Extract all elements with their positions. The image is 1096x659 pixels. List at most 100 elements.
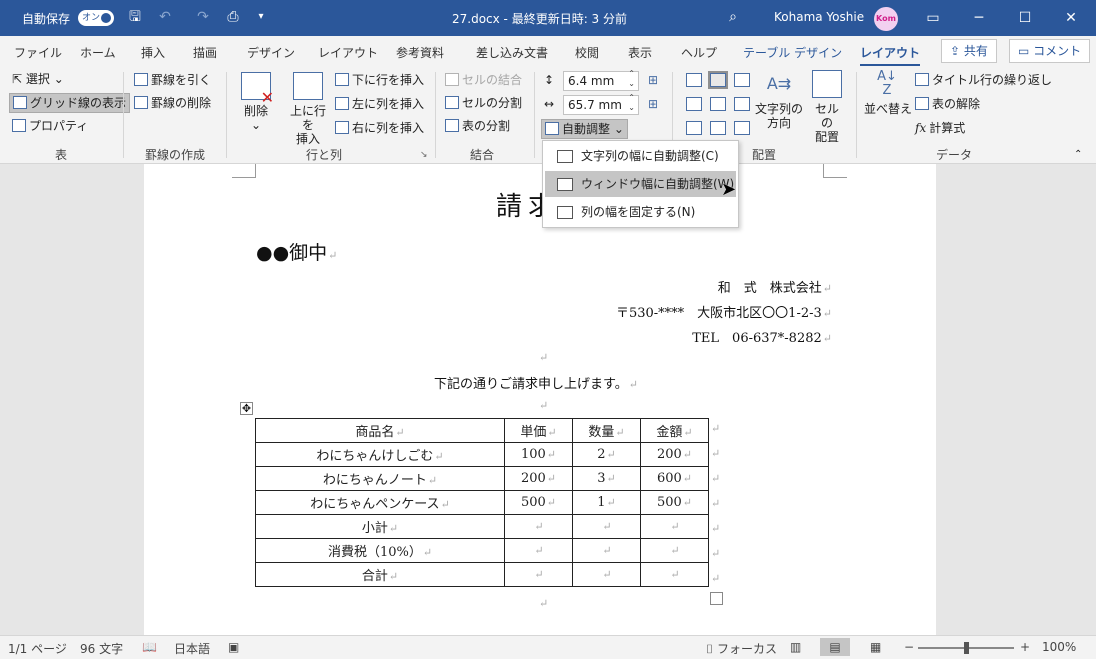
table-header-cell[interactable]: 数量↵ <box>572 418 641 443</box>
company-line[interactable]: 和 式 株式会社↵ <box>718 277 832 296</box>
table-cell[interactable]: 1↵ <box>572 490 641 515</box>
web-layout-icon[interactable]: ▦ <box>870 640 881 654</box>
tab-design[interactable]: デザイン <box>247 44 295 61</box>
split-cells-button[interactable]: セルの分割 <box>445 94 522 112</box>
zoom-level[interactable]: 100% <box>1042 640 1076 654</box>
search-icon[interactable]: ⌕ <box>724 8 742 26</box>
insert-above-button[interactable]: 上に行を 挿入 <box>286 72 330 146</box>
insert-right-button[interactable]: 右に列を挿入 <box>335 119 424 137</box>
convert-to-text-button[interactable]: 表の解除 <box>915 95 980 113</box>
table-cell[interactable]: ↵ <box>640 562 709 587</box>
table-cell[interactable]: 500↵ <box>504 490 573 515</box>
read-mode-icon[interactable]: ▥ <box>790 640 801 654</box>
user-name[interactable]: Kohama Yoshie <box>774 10 864 24</box>
distribute-columns-icon[interactable]: ⊞ <box>648 95 658 113</box>
zoom-slider-handle[interactable] <box>964 642 969 654</box>
sort-button[interactable]: A↓ Z 並べ替え <box>864 70 912 117</box>
table-cell[interactable]: ↵ <box>572 538 641 563</box>
menu-item-fixed-width[interactable]: 列の幅を固定する(N) <box>545 199 736 225</box>
table-cell[interactable]: 2↵ <box>572 442 641 467</box>
save-icon[interactable]: 🖫 <box>126 8 144 26</box>
share-button[interactable]: ⇪ 共有 <box>941 39 997 63</box>
formula-button[interactable]: fx 計算式 <box>915 119 965 137</box>
tab-file[interactable]: ファイル <box>14 44 62 61</box>
table-cell[interactable]: 600↵ <box>640 466 709 491</box>
collapse-ribbon-icon[interactable]: ⌃ <box>1074 146 1082 164</box>
minimize-button[interactable]: ─ <box>956 0 1002 36</box>
redo-icon[interactable]: ↷ <box>194 8 212 26</box>
table-header-cell[interactable]: 商品名↵ <box>255 418 505 443</box>
select-button[interactable]: ⇱ 選択 ⌄ <box>12 70 64 88</box>
print-layout-icon[interactable]: ▤ <box>820 638 850 656</box>
tab-insert[interactable]: 挿入 <box>141 44 165 61</box>
table-header-cell[interactable]: 単価↵ <box>504 418 573 443</box>
column-width-input[interactable]: 65.7 mm <box>563 93 639 115</box>
draw-table-button[interactable]: 罫線を引く <box>134 71 211 89</box>
table-header-cell[interactable]: 金額↵ <box>640 418 709 443</box>
text-direction-button[interactable]: A⇉ 文字列の 方向 <box>755 70 803 130</box>
table-cell[interactable]: 消費税（10%）↵ <box>255 538 505 563</box>
intro-line[interactable]: 下記の通りご請求申し上げます。↵ <box>434 373 638 392</box>
align-middle-left-icon[interactable] <box>686 97 702 111</box>
delete-button[interactable]: ✕ 削除 ⌄ <box>238 72 274 132</box>
tab-references[interactable]: 参考資料 <box>396 44 444 61</box>
maximize-button[interactable]: ☐ <box>1002 0 1048 36</box>
align-middle-center-icon[interactable] <box>710 97 726 111</box>
insert-below-button[interactable]: 下に行を挿入 <box>335 71 424 89</box>
align-top-center-icon[interactable] <box>708 71 728 89</box>
avatar[interactable]: Kom <box>874 7 898 31</box>
table-cell[interactable]: 200↵ <box>504 466 573 491</box>
table-move-handle-icon[interactable]: ✥ <box>240 402 253 415</box>
tab-table-layout[interactable]: レイアウト <box>860 44 921 67</box>
eraser-button[interactable]: 罫線の削除 <box>134 94 211 112</box>
table-cell[interactable]: ↵ <box>572 562 641 587</box>
undo-icon[interactable]: ↶ <box>156 8 174 26</box>
accessibility-icon[interactable]: ▣ <box>228 640 239 654</box>
align-top-left-icon[interactable] <box>686 73 702 87</box>
tel-line[interactable]: TEL 06-637*-8282↵ <box>692 327 832 346</box>
align-middle-right-icon[interactable] <box>734 97 750 111</box>
addressee[interactable]: ●●御中↵ <box>256 238 337 265</box>
menu-item-autofit-window[interactable]: ウィンドウ幅に自動調整(W) <box>545 171 736 197</box>
table-cell[interactable]: 200↵ <box>640 442 709 467</box>
page[interactable]: 請求書 ●●御中↵ 和 式 株式会社↵ 〒530-**** 大阪市北区〇〇1-2… <box>144 164 936 635</box>
distribute-rows-icon[interactable]: ⊞ <box>648 71 658 89</box>
word-count[interactable]: 96 文字 <box>80 640 123 657</box>
table-cell[interactable]: 3↵ <box>572 466 641 491</box>
table-cell[interactable]: ↵ <box>640 538 709 563</box>
row-height-input[interactable]: 6.4 mm <box>563 69 639 91</box>
align-bottom-center-icon[interactable] <box>710 121 726 135</box>
table-cell[interactable]: 500↵ <box>640 490 709 515</box>
address-line[interactable]: 〒530-**** 大阪市北区〇〇1-2-3↵ <box>616 302 832 321</box>
tab-view[interactable]: 表示 <box>628 44 652 61</box>
split-table-button[interactable]: 表の分割 <box>445 117 510 135</box>
insert-left-button[interactable]: 左に列を挿入 <box>335 95 424 113</box>
dialog-launcher-icon[interactable]: ↘ <box>420 146 428 164</box>
comment-button[interactable]: ▭ コメント <box>1009 39 1091 63</box>
table-cell[interactable]: わにちゃんペンケース↵ <box>255 490 505 515</box>
table-cell[interactable]: ↵ <box>572 514 641 539</box>
align-bottom-left-icon[interactable] <box>686 121 702 135</box>
close-button[interactable]: ✕ <box>1048 0 1094 36</box>
table-cell[interactable]: 合計↵ <box>255 562 505 587</box>
properties-button[interactable]: プロパティ <box>12 117 88 135</box>
table-resize-handle[interactable] <box>710 592 723 605</box>
table-cell[interactable]: ↵ <box>504 514 573 539</box>
tab-layout[interactable]: レイアウト <box>318 44 378 61</box>
tab-draw[interactable]: 描画 <box>193 44 217 61</box>
focus-button[interactable]: ⌷ フォーカス <box>706 640 777 657</box>
autofit-button[interactable]: 自動調整 ⌄ <box>541 119 628 139</box>
table-cell[interactable]: わにちゃんけしごむ↵ <box>255 442 505 467</box>
zoom-in-icon[interactable]: + <box>1020 640 1030 654</box>
table-cell[interactable]: 小計↵ <box>255 514 505 539</box>
cell-margins-button[interactable]: セルの 配置 <box>810 70 844 144</box>
language[interactable]: 日本語 <box>174 640 210 657</box>
gridlines-button[interactable]: グリッド線の表示 <box>9 93 131 113</box>
table-cell[interactable]: 100↵ <box>504 442 573 467</box>
tab-mailings[interactable]: 差し込み文書 <box>476 44 548 61</box>
menu-item-autofit-contents[interactable]: 文字列の幅に自動調整(C) <box>545 143 736 169</box>
table-cell[interactable]: わにちゃんノート↵ <box>255 466 505 491</box>
table-cell[interactable]: ↵ <box>504 562 573 587</box>
align-top-right-icon[interactable] <box>734 73 750 87</box>
align-bottom-right-icon[interactable] <box>734 121 750 135</box>
